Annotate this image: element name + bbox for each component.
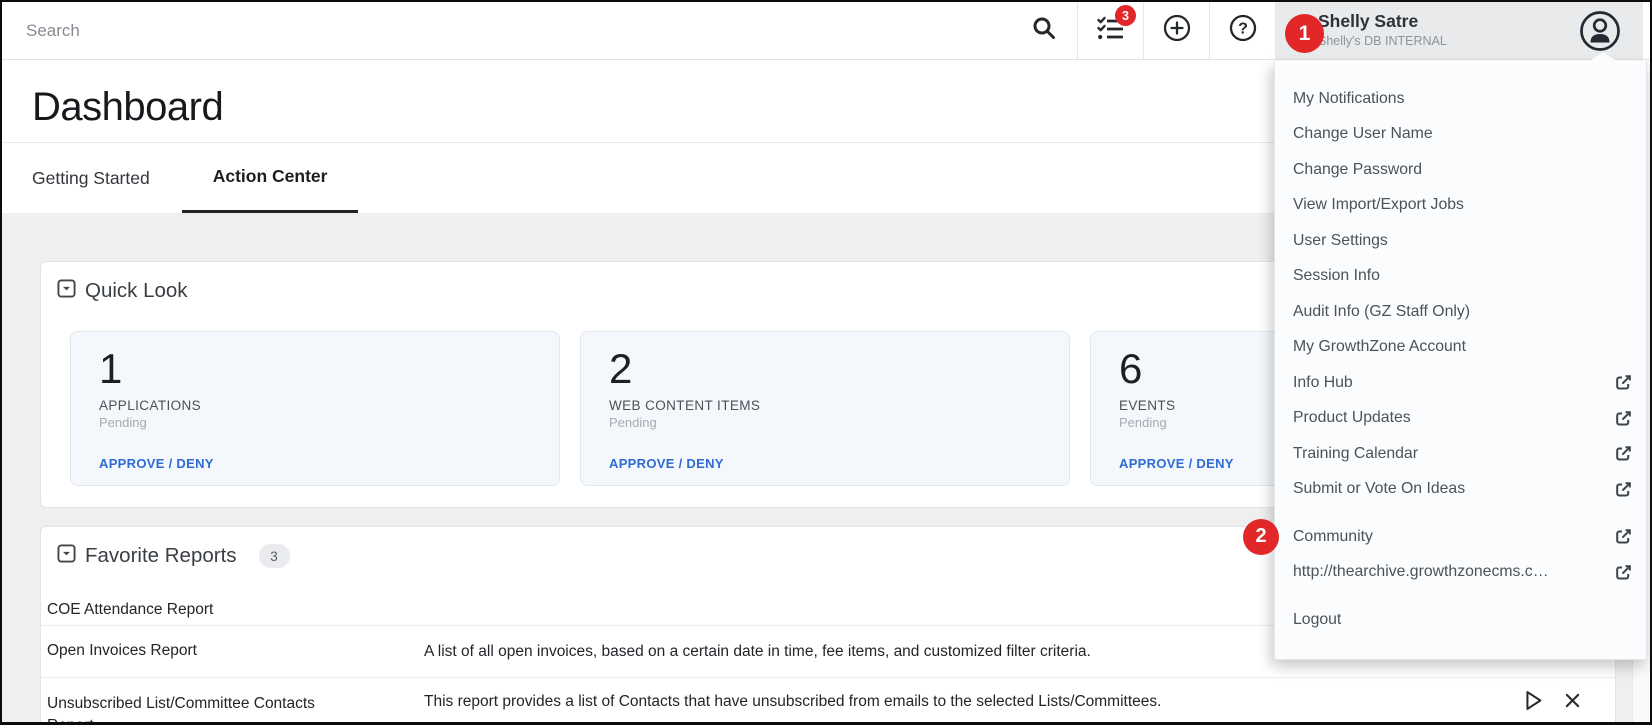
menu-item-label: Audit Info (GZ Staff Only) bbox=[1293, 302, 1471, 320]
report-row-actions bbox=[1519, 687, 1581, 714]
menu-item-product-updates[interactable]: Product Updates bbox=[1275, 401, 1646, 437]
menu-item-submit-or-vote-on-ideas[interactable]: Submit or Vote On Ideas bbox=[1275, 472, 1646, 508]
quick-add-button[interactable] bbox=[1143, 2, 1209, 59]
menu-item-label: Community bbox=[1293, 527, 1373, 545]
task-list-button[interactable]: 3 bbox=[1077, 2, 1143, 59]
report-description: This report provides a list of Contacts … bbox=[424, 693, 1162, 710]
menu-item-user-settings[interactable]: User Settings bbox=[1275, 223, 1646, 259]
play-icon bbox=[1526, 691, 1542, 710]
menu-item-label: http://thearchive.growthzonecms.c… bbox=[1293, 563, 1549, 581]
stat-status: Pending bbox=[609, 415, 657, 431]
avatar-icon[interactable] bbox=[1578, 9, 1622, 58]
annotation-step-1: 1 bbox=[1285, 14, 1324, 53]
run-report-button[interactable] bbox=[1519, 687, 1546, 714]
menu-item-view-import-export-jobs[interactable]: View Import/Export Jobs bbox=[1275, 188, 1646, 224]
svg-text:?: ? bbox=[1238, 21, 1248, 38]
menu-item-label: My GrowthZone Account bbox=[1293, 338, 1466, 356]
report-name: Open Invoices Report bbox=[47, 640, 424, 662]
stat-label: WEB CONTENT ITEMS bbox=[609, 398, 761, 414]
menu-item-label: Submit or Vote On Ideas bbox=[1293, 480, 1466, 498]
close-icon bbox=[1565, 693, 1580, 708]
menu-item-label: Training Calendar bbox=[1293, 444, 1418, 462]
question-circle-icon: ? bbox=[1228, 13, 1258, 48]
remove-favorite-button[interactable] bbox=[1564, 692, 1581, 709]
collapse-icon[interactable] bbox=[57, 544, 76, 568]
annotation-step-2: 2 bbox=[1243, 518, 1279, 555]
external-link-icon bbox=[1605, 564, 1632, 581]
report-name: Unsubscribed List/Committee Contacts Rep… bbox=[47, 693, 424, 722]
quick-look-title: Quick Look bbox=[85, 279, 188, 302]
user-org: Shelly's DB INTERNAL bbox=[1318, 34, 1447, 49]
tab-getting-started[interactable]: Getting Started bbox=[32, 143, 150, 213]
stat-count: 1 bbox=[99, 345, 123, 392]
menu-item-audit-info-gz-staff-only[interactable]: Audit Info (GZ Staff Only) bbox=[1275, 294, 1646, 330]
menu-item-label: Logout bbox=[1293, 610, 1342, 628]
help-button[interactable]: ? bbox=[1209, 2, 1275, 59]
search-button[interactable] bbox=[1011, 2, 1077, 59]
menu-item-label: Change Password bbox=[1293, 160, 1423, 178]
external-link-icon bbox=[1605, 374, 1632, 391]
page-title: Dashboard bbox=[32, 85, 224, 129]
menu-item-my-growthzone-account[interactable]: My GrowthZone Account bbox=[1275, 330, 1646, 366]
top-bar: 3 ? Shelly Satre Shelly's DB INTERNAL bbox=[2, 2, 1650, 60]
external-link-icon bbox=[1605, 528, 1632, 545]
stat-label: APPLICATIONS bbox=[99, 398, 202, 414]
report-name-text: Unsubscribed List/Committee Contacts Rep… bbox=[47, 695, 315, 722]
user-dropdown-menu: My Notifications Change User Name Change P… bbox=[1243, 61, 1647, 660]
user-name: Shelly Satre bbox=[1318, 11, 1419, 32]
menu-item-session-info[interactable]: Session Info bbox=[1275, 259, 1646, 295]
report-name: COE Attendance Report bbox=[47, 599, 424, 621]
report-name-text: Open Invoices Report bbox=[47, 642, 197, 660]
plus-circle-icon bbox=[1162, 13, 1192, 48]
external-link-icon bbox=[1605, 410, 1632, 427]
user-menu-trigger[interactable]: Shelly Satre Shelly's DB INTERNAL bbox=[1275, 2, 1643, 59]
tab-action-center[interactable]: Action Center bbox=[181, 143, 359, 213]
task-count-badge: 3 bbox=[1115, 5, 1136, 26]
menu-item-training-calendar[interactable]: Training Calendar bbox=[1275, 436, 1646, 472]
stat-count: 2 bbox=[609, 345, 633, 392]
external-link-icon bbox=[1605, 445, 1632, 462]
collapse-icon[interactable] bbox=[57, 279, 76, 303]
app-window: 3 ? Shelly Satre Shelly's DB INTERNAL bbox=[0, 0, 1652, 725]
approve-deny-link[interactable]: APPROVE / DENY bbox=[609, 456, 1049, 471]
dropdown-caret bbox=[1588, 52, 1618, 62]
favorite-reports-count-badge: 3 bbox=[258, 544, 290, 568]
stat-status: Pending bbox=[99, 415, 147, 431]
menu-item-label: Change User Name bbox=[1293, 125, 1433, 143]
menu-item-my-notifications[interactable]: My Notifications bbox=[1275, 81, 1646, 117]
menu-item-community[interactable]: Community 2 bbox=[1243, 518, 1646, 555]
stat-card-applications: 1 APPLICATIONS Pending APPROVE / DENY bbox=[70, 331, 560, 486]
external-link-icon bbox=[1605, 481, 1632, 498]
report-row-unsubscribed-list-committee-[interactable]: Unsubscribed List/Committee Contacts Rep… bbox=[41, 677, 1615, 722]
menu-item-logout[interactable]: Logout bbox=[1275, 602, 1646, 638]
menu-item-label: Product Updates bbox=[1293, 409, 1411, 427]
menu-item-label: Session Info bbox=[1293, 267, 1380, 285]
menu-item-change-password[interactable]: Change Password bbox=[1275, 152, 1646, 188]
search-icon bbox=[1031, 15, 1057, 46]
menu-item-label: View Import/Export Jobs bbox=[1293, 196, 1464, 214]
menu-item-http-thearchive-growthzonecm[interactable]: http://thearchive.growthzonecms.c… bbox=[1275, 555, 1646, 591]
menu-item-label: My Notifications bbox=[1293, 89, 1405, 107]
report-name-text: COE Attendance Report bbox=[47, 600, 214, 618]
menu-item-info-hub[interactable]: Info Hub bbox=[1275, 365, 1646, 401]
search-input[interactable] bbox=[2, 2, 1011, 59]
approve-deny-link[interactable]: APPROVE / DENY bbox=[99, 456, 539, 471]
favorite-reports-title: Favorite Reports bbox=[85, 544, 237, 567]
stat-card-web-content-items: 2 WEB CONTENT ITEMS Pending APPROVE / DENY bbox=[580, 331, 1070, 486]
menu-item-change-user-name[interactable]: Change User Name bbox=[1275, 117, 1646, 153]
user-info: Shelly Satre Shelly's DB INTERNAL bbox=[1318, 11, 1447, 50]
menu-item-label: User Settings bbox=[1293, 231, 1388, 249]
menu-item-label: Info Hub bbox=[1293, 373, 1353, 391]
